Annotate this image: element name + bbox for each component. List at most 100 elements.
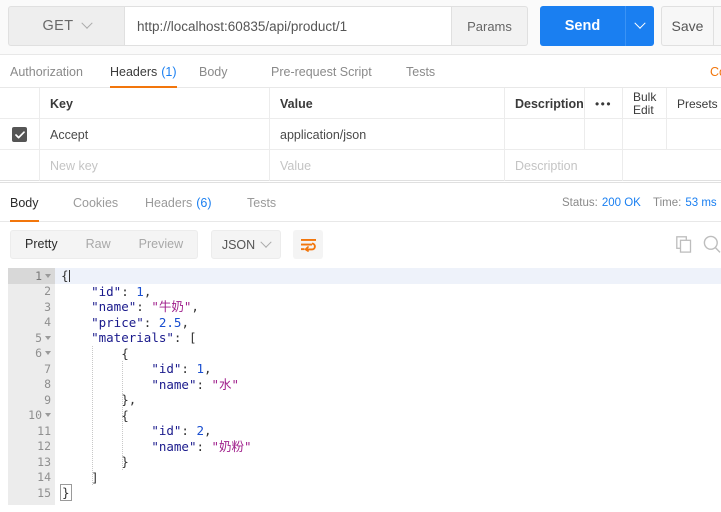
- view-mode-pretty[interactable]: Pretty: [11, 231, 72, 258]
- response-tab-body[interactable]: Body: [10, 183, 39, 222]
- code-token: ,: [204, 423, 212, 438]
- format-dropdown[interactable]: JSON: [211, 230, 281, 259]
- indent-guide: [92, 345, 93, 485]
- tab-count: (1): [161, 64, 177, 79]
- header-value-input[interactable]: application/json: [270, 119, 505, 150]
- fold-arrow-icon[interactable]: [45, 413, 51, 418]
- table-header-row: Key Value Description ••• Bulk Edit Pres…: [0, 88, 721, 119]
- row-spacer: [623, 119, 667, 150]
- line-number: 5: [8, 330, 55, 346]
- request-bar: GET http://localhost:60835/api/product/1…: [0, 0, 721, 55]
- view-mode-preview[interactable]: Preview: [125, 231, 197, 258]
- code-token: "id": [151, 423, 182, 438]
- table-row: Accept application/json: [0, 119, 721, 150]
- url-text: http://localhost:60835/api/product/1: [137, 18, 348, 34]
- tab-headers[interactable]: Headers (1): [110, 55, 177, 88]
- http-method-dropdown[interactable]: GET: [8, 6, 124, 46]
- code-link-label: Co: [710, 64, 721, 79]
- line-number: 8: [44, 377, 51, 392]
- new-row-checkbox-cell: [0, 150, 40, 181]
- bulk-edit-label: Bulk Edit: [633, 89, 657, 117]
- presets-label: Presets: [677, 96, 718, 111]
- send-button[interactable]: Send: [540, 6, 625, 46]
- code-token: },: [121, 392, 137, 407]
- code-token: 1: [196, 361, 205, 376]
- column-label: Key: [50, 96, 73, 111]
- code-token: {: [121, 345, 129, 361]
- bulk-edit-button[interactable]: Bulk Edit: [623, 88, 667, 119]
- column-header-description: Description: [505, 88, 585, 119]
- save-options-button[interactable]: [713, 6, 721, 46]
- more-options-icon[interactable]: •••: [585, 88, 623, 119]
- tab-authorization[interactable]: Authorization: [10, 55, 83, 88]
- code-line: "name": "奶粉": [55, 439, 721, 455]
- new-description-placeholder: Description: [515, 158, 578, 173]
- code-line: }: [55, 484, 721, 501]
- tab-count: (6): [196, 195, 212, 210]
- row-checkbox[interactable]: [12, 127, 27, 142]
- response-body-viewer[interactable]: 1 2 3 4 5 6 7 8 9 10 11 12 13 14 15 { "id": 1, "name":…: [0, 268, 721, 512]
- code-token: "price": [91, 314, 144, 330]
- code-line: {: [55, 408, 721, 424]
- code-token: :: [181, 423, 197, 438]
- code-token: "name": [151, 438, 197, 454]
- code-token: ,: [143, 283, 152, 299]
- fold-arrow-icon[interactable]: [45, 335, 51, 340]
- code-token: "materials": [91, 330, 174, 345]
- code-token: ,: [204, 361, 212, 376]
- line-number: 2: [44, 284, 51, 299]
- table-row-new: New key Value Description: [0, 150, 721, 181]
- fold-arrow-icon[interactable]: [45, 273, 51, 278]
- code-line: "id": 1,: [55, 361, 721, 377]
- column-label: Value: [280, 96, 313, 111]
- save-button[interactable]: Save: [661, 6, 713, 46]
- code-link[interactable]: Co: [710, 55, 721, 88]
- response-tab-tests[interactable]: Tests: [247, 183, 276, 222]
- column-header-value: Value: [270, 88, 505, 119]
- code-token: "name": [151, 376, 197, 392]
- header-description-input[interactable]: [505, 119, 585, 150]
- word-wrap-toggle[interactable]: [293, 230, 323, 259]
- search-icon: [703, 235, 721, 253]
- copy-button[interactable]: [676, 236, 692, 258]
- line-number: 10: [8, 408, 55, 424]
- line-number: 14: [37, 470, 51, 485]
- new-value-input[interactable]: Value: [270, 150, 505, 181]
- code-token: "牛奶": [151, 299, 192, 314]
- new-key-input[interactable]: New key: [40, 150, 270, 181]
- header-key-input[interactable]: Accept: [40, 119, 270, 150]
- code-token: "奶粉": [211, 438, 252, 454]
- column-label: Description: [515, 96, 584, 111]
- line-number: 9: [44, 392, 51, 407]
- send-options-button[interactable]: [625, 6, 654, 46]
- code-line: "id": 1,: [55, 284, 721, 300]
- tab-label: Body: [10, 195, 39, 210]
- json-code[interactable]: { "id": 1, "name": "牛奶", "price": 2.5, "…: [55, 268, 721, 505]
- params-button[interactable]: Params: [452, 6, 528, 46]
- new-description-input[interactable]: Description: [505, 150, 623, 181]
- fold-arrow-icon[interactable]: [45, 351, 51, 356]
- tab-pre-request-script[interactable]: Pre-request Script: [271, 55, 372, 88]
- code-line: "name": "牛奶",: [55, 299, 721, 315]
- row-spacer: [585, 119, 623, 150]
- code-token: :: [181, 361, 197, 376]
- header-key-value: Accept: [50, 127, 89, 142]
- code-token: :: [143, 314, 159, 330]
- tab-label: Pre-request Script: [271, 64, 372, 79]
- response-tab-cookies[interactable]: Cookies: [73, 183, 118, 222]
- tab-body[interactable]: Body: [199, 55, 228, 88]
- url-input[interactable]: http://localhost:60835/api/product/1: [124, 6, 452, 46]
- view-mode-raw[interactable]: Raw: [72, 231, 125, 258]
- response-tab-headers[interactable]: Headers (6): [145, 183, 212, 222]
- line-number: 15: [37, 485, 51, 500]
- view-mode-group: Pretty Raw Preview: [10, 230, 199, 259]
- tab-tests[interactable]: Tests: [406, 55, 435, 88]
- line-number: 7: [44, 361, 51, 376]
- send-label: Send: [564, 18, 601, 34]
- presets-dropdown[interactable]: Presets: [667, 88, 721, 119]
- line-number: 6: [8, 346, 55, 362]
- tab-label: Headers: [145, 195, 193, 210]
- code-token: :: [121, 283, 137, 299]
- search-button[interactable]: [703, 235, 721, 258]
- tab-label: Headers: [110, 64, 158, 79]
